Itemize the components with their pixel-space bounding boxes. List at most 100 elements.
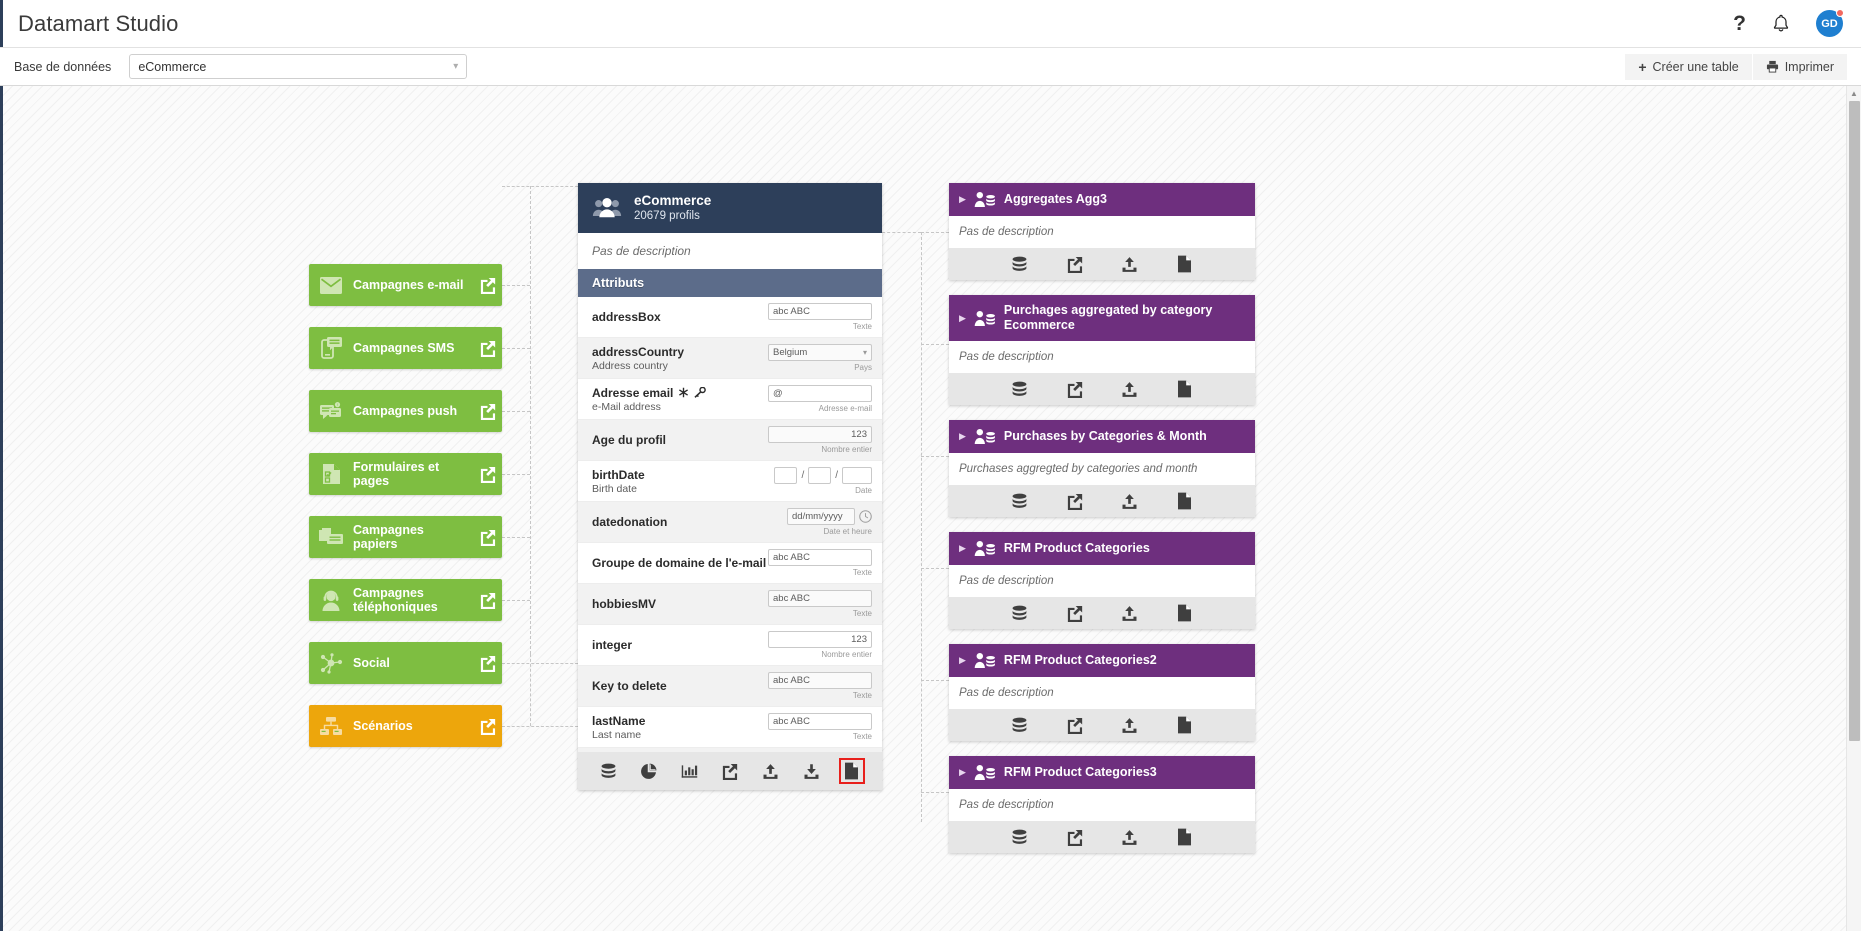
attribute-number-input[interactable]: 123 xyxy=(768,426,872,443)
upload-icon-button[interactable] xyxy=(1119,490,1141,512)
question-mark-icon[interactable]: ? xyxy=(1733,13,1746,34)
upload-icon-button[interactable] xyxy=(1119,826,1141,848)
upload-icon-button[interactable] xyxy=(1119,253,1141,275)
chevron-right-icon[interactable]: ▶ xyxy=(959,194,966,205)
attribute-row[interactable]: lastName Last name abc ABC Texte xyxy=(578,707,882,748)
attribute-row[interactable]: Age du profil 123 Nombre entier xyxy=(578,420,882,461)
upload-icon-button[interactable] xyxy=(1119,378,1141,400)
channel-button-0[interactable]: Campagnes e-mail xyxy=(309,264,502,306)
attribute-row[interactable]: datedonation dd/mm/yyyy Date et heure xyxy=(578,502,882,543)
channel-button-1[interactable]: Campagnes SMS xyxy=(309,327,502,369)
attribute-select[interactable]: Belgium ▾ xyxy=(768,344,872,361)
aggregate-card[interactable]: ▶ RFM Product Categories3 Pas de descripti… xyxy=(949,756,1255,853)
attribute-date-input[interactable]: / / xyxy=(768,467,872,484)
upload-icon-button[interactable] xyxy=(1119,714,1141,736)
attribute-number-input[interactable]: 123 xyxy=(768,631,872,648)
channel-button-3[interactable]: Formulaires et pages xyxy=(309,453,502,495)
aggregate-card-header[interactable]: ▶ Purchases by Categories & Month xyxy=(949,420,1255,453)
external-link-icon-button[interactable] xyxy=(717,758,743,784)
entity-card[interactable]: eCommerce 20679 profils Pas de descripti… xyxy=(578,183,882,790)
database-select[interactable]: eCommerce ▾ xyxy=(129,54,468,79)
external-link-icon[interactable] xyxy=(472,403,502,420)
channel-button-4[interactable]: Campagnes papiers xyxy=(309,516,502,558)
aggregate-card-header[interactable]: ▶ Aggregates Agg3 xyxy=(949,183,1255,216)
external-link-icon-button[interactable] xyxy=(1064,826,1086,848)
channel-button-5[interactable]: Campagnes téléphoniques xyxy=(309,579,502,621)
upload-icon-button[interactable] xyxy=(1119,602,1141,624)
attribute-row[interactable]: integer 123 Nombre entier xyxy=(578,625,882,666)
database-icon-button[interactable] xyxy=(1009,714,1031,736)
date-month-field[interactable] xyxy=(808,467,832,484)
document-icon-button[interactable] xyxy=(838,758,865,784)
attribute-row[interactable]: birthDate Birth date / / Date xyxy=(578,461,882,502)
attribute-text-input[interactable]: @ xyxy=(768,385,872,402)
external-link-icon-button[interactable] xyxy=(1064,253,1086,275)
aggregate-card-header[interactable]: ▶ RFM Product Categories3 xyxy=(949,756,1255,789)
avatar[interactable]: GD xyxy=(1816,9,1844,37)
attribute-row[interactable]: Groupe de domaine de l'e-mail abc ABC Text… xyxy=(578,543,882,584)
aggregate-card[interactable]: ▶ Aggregates Agg3 Pas de description xyxy=(949,183,1255,280)
datetime-field[interactable]: dd/mm/yyyy xyxy=(787,508,855,525)
attribute-datetime-input[interactable]: dd/mm/yyyy xyxy=(768,508,872,525)
print-button[interactable]: Imprimer xyxy=(1751,53,1847,80)
attribute-row[interactable]: hobbiesMV abc ABC Texte xyxy=(578,584,882,625)
aggregate-card-header[interactable]: ▶ RFM Product Categories xyxy=(949,532,1255,565)
external-link-icon-button[interactable] xyxy=(1064,378,1086,400)
external-link-icon[interactable] xyxy=(472,718,502,735)
bar-chart-icon-button[interactable] xyxy=(676,758,702,784)
clock-icon[interactable] xyxy=(859,510,872,523)
aggregate-card[interactable]: ▶ RFM Product Categories2 Pas de descripti… xyxy=(949,644,1255,741)
aggregate-card[interactable]: ▶ Purchages aggregated by category Ecomme… xyxy=(949,295,1255,405)
external-link-icon-button[interactable] xyxy=(1064,714,1086,736)
date-year-field[interactable] xyxy=(842,467,872,484)
external-link-icon[interactable] xyxy=(472,529,502,546)
attribute-text-input[interactable]: abc ABC xyxy=(768,549,872,566)
scrollbar-thumb[interactable] xyxy=(1849,101,1860,741)
external-link-icon[interactable] xyxy=(472,277,502,294)
pie-chart-icon-button[interactable] xyxy=(636,758,662,784)
document-icon-button[interactable] xyxy=(1174,378,1196,400)
document-icon-button[interactable] xyxy=(1174,826,1196,848)
attribute-row[interactable]: addressBox abc ABC Texte xyxy=(578,297,882,338)
vertical-scrollbar[interactable]: ▲ xyxy=(1846,86,1861,931)
upload-icon-button[interactable] xyxy=(758,758,784,784)
external-link-icon-button[interactable] xyxy=(1064,490,1086,512)
aggregate-card[interactable]: ▶ RFM Product Categories Pas de descriptio… xyxy=(949,532,1255,629)
external-link-icon-button[interactable] xyxy=(1064,602,1086,624)
channel-button-6[interactable]: Social xyxy=(309,642,502,684)
external-link-icon[interactable] xyxy=(472,466,502,483)
database-icon-button[interactable] xyxy=(1009,253,1031,275)
database-icon-button[interactable] xyxy=(1009,826,1031,848)
external-link-icon[interactable] xyxy=(472,592,502,609)
attribute-row[interactable]: Key to delete abc ABC Texte xyxy=(578,666,882,707)
document-icon-button[interactable] xyxy=(1174,490,1196,512)
attribute-text-input[interactable]: abc ABC xyxy=(768,303,872,320)
attribute-row[interactable]: Adresse email e-Mail address @ Adresse e-ma… xyxy=(578,379,882,420)
external-link-icon[interactable] xyxy=(472,340,502,357)
date-day-field[interactable] xyxy=(774,467,798,484)
database-icon-button[interactable] xyxy=(1009,490,1031,512)
chevron-right-icon[interactable]: ▶ xyxy=(959,313,966,324)
aggregate-card-header[interactable]: ▶ RFM Product Categories2 xyxy=(949,644,1255,677)
chevron-right-icon[interactable]: ▶ xyxy=(959,655,966,666)
channel-button-2[interactable]: ! Campagnes push xyxy=(309,390,502,432)
database-icon-button[interactable] xyxy=(1009,378,1031,400)
attribute-text-input[interactable]: abc ABC xyxy=(768,672,872,689)
database-icon-button[interactable] xyxy=(1009,602,1031,624)
chevron-right-icon[interactable]: ▶ xyxy=(959,431,966,442)
aggregate-card-header[interactable]: ▶ Purchages aggregated by category Ecomme… xyxy=(949,295,1255,341)
chevron-right-icon[interactable]: ▶ xyxy=(959,543,966,554)
channel-button-7[interactable]: Scénarios xyxy=(309,705,502,747)
document-icon-button[interactable] xyxy=(1174,602,1196,624)
document-icon-button[interactable] xyxy=(1174,253,1196,275)
scroll-up-arrow-icon[interactable]: ▲ xyxy=(1847,86,1861,101)
attribute-text-input[interactable]: abc ABC xyxy=(768,713,872,730)
attribute-row[interactable]: addressCountry Address country Belgium ▾ Pay… xyxy=(578,338,882,379)
database-icon-button[interactable] xyxy=(595,758,621,784)
attribute-text-input[interactable]: abc ABC xyxy=(768,590,872,607)
diagram-canvas[interactable]: Campagnes e-mail Campagnes SMS ! Campagnes … xyxy=(0,86,1861,931)
chevron-right-icon[interactable]: ▶ xyxy=(959,767,966,778)
create-table-button[interactable]: + Créer une table xyxy=(1625,53,1752,80)
external-link-icon[interactable] xyxy=(472,655,502,672)
download-icon-button[interactable] xyxy=(798,758,824,784)
